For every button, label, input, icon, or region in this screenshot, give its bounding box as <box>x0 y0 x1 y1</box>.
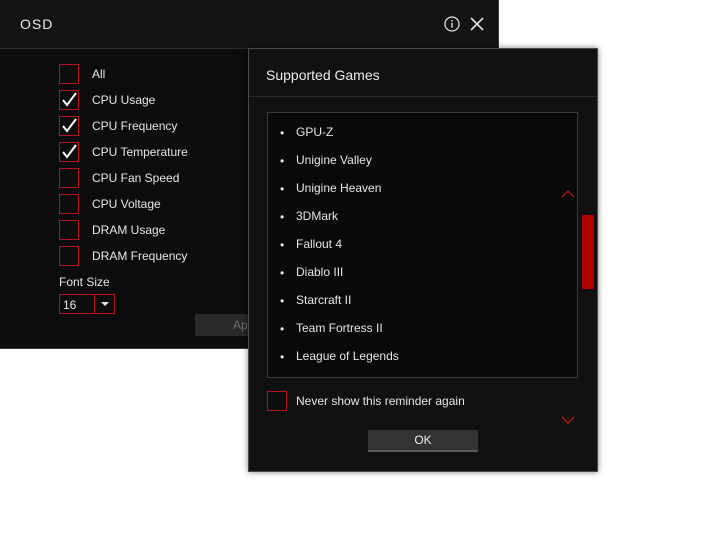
game-label: Fallout 4 <box>296 237 343 251</box>
never-show-option[interactable]: Never show this reminder again <box>267 391 517 411</box>
osd-title: OSD <box>20 16 54 32</box>
osd-option[interactable]: CPU Usage <box>59 90 249 110</box>
option-label: All <box>92 67 106 81</box>
osd-option[interactable]: CPU Temperature <box>59 142 249 162</box>
osd-option[interactable]: DRAM Frequency <box>59 246 249 266</box>
bullet: • <box>280 350 285 364</box>
scrollbar-thumb[interactable] <box>582 215 594 289</box>
osd-option[interactable]: CPU Fan Speed <box>59 168 249 188</box>
osd-option[interactable]: All <box>59 64 249 84</box>
bullet: • <box>280 238 285 252</box>
games-list[interactable]: • GPU-Z • Unigine Valley • Unigine Heaven • 3DM… <box>267 112 594 424</box>
option-label: CPU Temperature <box>92 145 188 159</box>
osd-option[interactable]: CPU Voltage <box>59 194 249 214</box>
game-label: GPU-Z <box>296 125 334 139</box>
bullet: • <box>280 126 285 140</box>
option-label: CPU Frequency <box>92 119 178 133</box>
bullet: • <box>280 210 285 224</box>
never-show-checkbox[interactable] <box>267 391 287 411</box>
game-label: Unigine Valley <box>296 153 372 167</box>
chevron-down-icon[interactable] <box>561 415 575 425</box>
game-label: League of Legends <box>296 349 399 363</box>
chevron-down-icon[interactable] <box>96 295 114 313</box>
game-label: Diablo III <box>296 265 344 279</box>
info-icon[interactable] <box>444 16 460 32</box>
option-label: DRAM Frequency <box>92 249 188 263</box>
option-label: CPU Usage <box>92 93 156 107</box>
checkbox[interactable] <box>59 246 79 266</box>
list-item: • Fallout 4 <box>280 235 540 255</box>
game-label: 3DMark <box>296 209 339 223</box>
font-size-select[interactable]: 16 <box>59 294 115 314</box>
option-label: CPU Fan Speed <box>92 171 180 185</box>
list-item: • Diablo III <box>280 263 540 283</box>
font-size-value: 16 <box>63 298 77 312</box>
list-item: • League of Legends <box>280 347 540 367</box>
checkmark-icon <box>62 92 77 107</box>
bullet: • <box>280 294 285 308</box>
bullet: • <box>280 154 285 168</box>
game-label: Starcraft II <box>296 293 352 307</box>
list-item: • Unigine Valley <box>280 151 540 171</box>
checkbox[interactable] <box>59 142 79 162</box>
bullet: • <box>280 266 285 280</box>
checkbox[interactable] <box>59 168 79 188</box>
checkbox[interactable] <box>59 194 79 214</box>
chevron-up-icon[interactable] <box>561 189 575 199</box>
close-icon[interactable] <box>469 16 485 32</box>
list-item: • 3DMark <box>280 207 540 227</box>
osd-titlebar: OSD <box>0 0 498 48</box>
list-item: • GPU-Z <box>280 123 540 143</box>
list-item: • Unigine Heaven <box>280 179 540 199</box>
checkbox[interactable] <box>59 116 79 136</box>
game-label: Team Fortress II <box>296 321 383 335</box>
osd-option[interactable]: DRAM Usage <box>59 220 249 240</box>
list-item: • Team Fortress II <box>280 319 540 339</box>
never-show-label: Never show this reminder again <box>296 394 465 408</box>
checkbox[interactable] <box>59 220 79 240</box>
option-label: DRAM Usage <box>92 223 166 237</box>
option-label: CPU Voltage <box>92 197 161 211</box>
checkmark-icon <box>62 118 77 133</box>
apply-button[interactable]: Ap <box>195 314 255 336</box>
font-size-label: Font Size <box>59 275 110 289</box>
list-item: • Starcraft II <box>280 291 540 311</box>
osd-option[interactable]: CPU Frequency <box>59 116 249 136</box>
game-label: Unigine Heaven <box>296 181 382 195</box>
checkbox[interactable] <box>59 90 79 110</box>
ok-button[interactable]: OK <box>368 430 478 452</box>
dialog-title: Supported Games <box>266 67 380 83</box>
dialog-separator <box>249 96 597 97</box>
checkmark-icon <box>62 144 77 159</box>
checkbox[interactable] <box>59 64 79 84</box>
bullet: • <box>280 322 285 336</box>
select-divider <box>94 295 95 313</box>
supported-games-dialog: Supported Games • GPU-Z • Unigine Valley • Un… <box>248 48 598 472</box>
bullet: • <box>280 182 285 196</box>
